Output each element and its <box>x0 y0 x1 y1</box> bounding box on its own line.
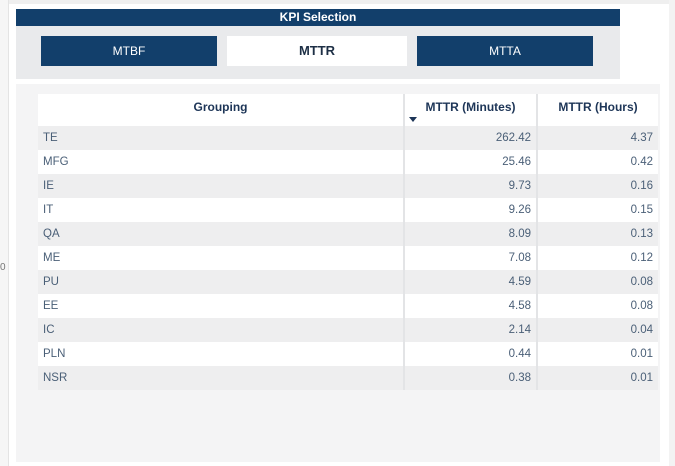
column-header-grouping[interactable]: Grouping <box>38 94 404 126</box>
left-edge-panel: 0 <box>0 0 9 466</box>
cell-minutes: 9.26 <box>403 198 537 222</box>
sort-descending-icon <box>409 117 417 122</box>
cell-hours: 0.15 <box>536 198 658 222</box>
cell-minutes: 7.08 <box>403 246 537 270</box>
cell-hours: 4.37 <box>536 126 658 150</box>
table-row: PU 4.59 0.08 <box>38 270 658 294</box>
cell-hours: 0.13 <box>536 222 658 246</box>
kpi-selection-panel: KPI Selection MTBF MTTR MTTA <box>16 9 620 79</box>
table-row: MFG 25.46 0.42 <box>38 150 658 174</box>
kpi-selection-title: KPI Selection <box>16 9 620 26</box>
kpi-button-mttr[interactable]: MTTR <box>227 36 407 66</box>
table-row: PLN 0.44 0.01 <box>38 342 658 366</box>
cell-minutes: 0.38 <box>403 366 537 390</box>
cell-minutes: 4.58 <box>403 294 537 318</box>
table-header-row: Grouping MTTR (Minutes) MTTR (Hours) <box>38 94 658 126</box>
cell-minutes: 9.73 <box>403 174 537 198</box>
cell-minutes: 4.59 <box>403 270 537 294</box>
table-row: QA 8.09 0.13 <box>38 222 658 246</box>
table-empty-area <box>38 392 658 462</box>
cell-minutes: 25.46 <box>403 150 537 174</box>
table-row: IT 9.26 0.15 <box>38 198 658 222</box>
mttr-table: Grouping MTTR (Minutes) MTTR (Hours) TE … <box>38 94 658 390</box>
cell-hours: 0.12 <box>536 246 658 270</box>
report-page: 0 KPI Selection MTBF MTTR MTTA Grouping … <box>0 0 675 466</box>
column-header-minutes[interactable]: MTTR (Minutes) <box>403 94 537 126</box>
cell-grouping: QA <box>38 222 404 246</box>
table-row: IE 9.73 0.16 <box>38 174 658 198</box>
column-header-minutes-label: MTTR (Minutes) <box>425 100 516 114</box>
cell-hours: 0.08 <box>536 270 658 294</box>
left-edge-label: 0 <box>0 262 6 273</box>
top-strip <box>0 0 675 4</box>
column-header-hours[interactable]: MTTR (Hours) <box>536 94 658 126</box>
cell-grouping: IT <box>38 198 404 222</box>
cell-grouping: NSR <box>38 366 404 390</box>
cell-grouping: IE <box>38 174 404 198</box>
cell-minutes: 0.44 <box>403 342 537 366</box>
cell-hours: 0.16 <box>536 174 658 198</box>
table-row: EE 4.58 0.08 <box>38 294 658 318</box>
cell-minutes: 8.09 <box>403 222 537 246</box>
cell-minutes: 262.42 <box>403 126 537 150</box>
kpi-button-mtbf[interactable]: MTBF <box>41 36 217 66</box>
cell-grouping: ME <box>38 246 404 270</box>
cell-grouping: PLN <box>38 342 404 366</box>
cell-minutes: 2.14 <box>403 318 537 342</box>
cell-hours: 0.08 <box>536 294 658 318</box>
cell-grouping: MFG <box>38 150 404 174</box>
kpi-button-mtta[interactable]: MTTA <box>417 36 593 66</box>
table-row: ME 7.08 0.12 <box>38 246 658 270</box>
table-row: NSR 0.38 0.01 <box>38 366 658 390</box>
cell-grouping: TE <box>38 126 404 150</box>
cell-grouping: IC <box>38 318 404 342</box>
mttr-table-container: Grouping MTTR (Minutes) MTTR (Hours) TE … <box>38 94 658 390</box>
cell-grouping: EE <box>38 294 404 318</box>
table-row: IC 2.14 0.04 <box>38 318 658 342</box>
cell-grouping: PU <box>38 270 404 294</box>
cell-hours: 0.01 <box>536 342 658 366</box>
cell-hours: 0.01 <box>536 366 658 390</box>
right-edge-panel <box>669 0 675 466</box>
table-row: TE 262.42 4.37 <box>38 126 658 150</box>
cell-hours: 0.42 <box>536 150 658 174</box>
cell-hours: 0.04 <box>536 318 658 342</box>
